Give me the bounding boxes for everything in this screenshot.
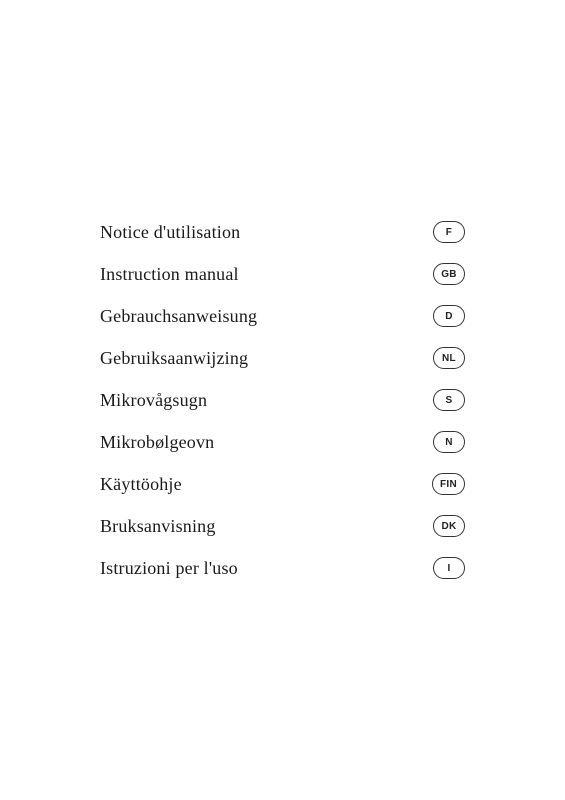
lang-badge: N	[433, 431, 465, 453]
menu-item[interactable]: Gebrauchsanweisung D	[100, 295, 465, 337]
menu-item-label: Mikrobølgeovn	[100, 432, 214, 453]
lang-badge: D	[433, 305, 465, 327]
menu-item-label: Käyttöohje	[100, 474, 182, 495]
lang-badge: S	[433, 389, 465, 411]
lang-badge: GB	[433, 263, 465, 285]
menu-item-label: Gebrauchsanweisung	[100, 306, 257, 327]
menu-item-label: Instruction manual	[100, 264, 239, 285]
menu-list: Notice d'utilisation F Instruction manual G…	[100, 211, 465, 589]
menu-item[interactable]: Notice d'utilisation F	[100, 211, 465, 253]
menu-item-label: Notice d'utilisation	[100, 222, 240, 243]
lang-badge: DK	[433, 515, 465, 537]
menu-item-label: Mikrovågsugn	[100, 390, 207, 411]
menu-item-label: Gebruiksaanwijzing	[100, 348, 248, 369]
menu-item-label: Bruksanvisning	[100, 516, 216, 537]
menu-item[interactable]: Mikrovågsugn S	[100, 379, 465, 421]
lang-badge: FIN	[432, 473, 465, 495]
menu-item[interactable]: Istruzioni per l'uso I	[100, 547, 465, 589]
lang-badge: F	[433, 221, 465, 243]
page: Notice d'utilisation F Instruction manual G…	[0, 0, 565, 800]
lang-badge: I	[433, 557, 465, 579]
menu-item-label: Istruzioni per l'uso	[100, 558, 238, 579]
menu-item[interactable]: Bruksanvisning DK	[100, 505, 465, 547]
lang-badge: NL	[433, 347, 465, 369]
menu-item[interactable]: Käyttöohje FIN	[100, 463, 465, 505]
menu-item[interactable]: Gebruiksaanwijzing NL	[100, 337, 465, 379]
menu-item[interactable]: Mikrobølgeovn N	[100, 421, 465, 463]
menu-item[interactable]: Instruction manual GB	[100, 253, 465, 295]
